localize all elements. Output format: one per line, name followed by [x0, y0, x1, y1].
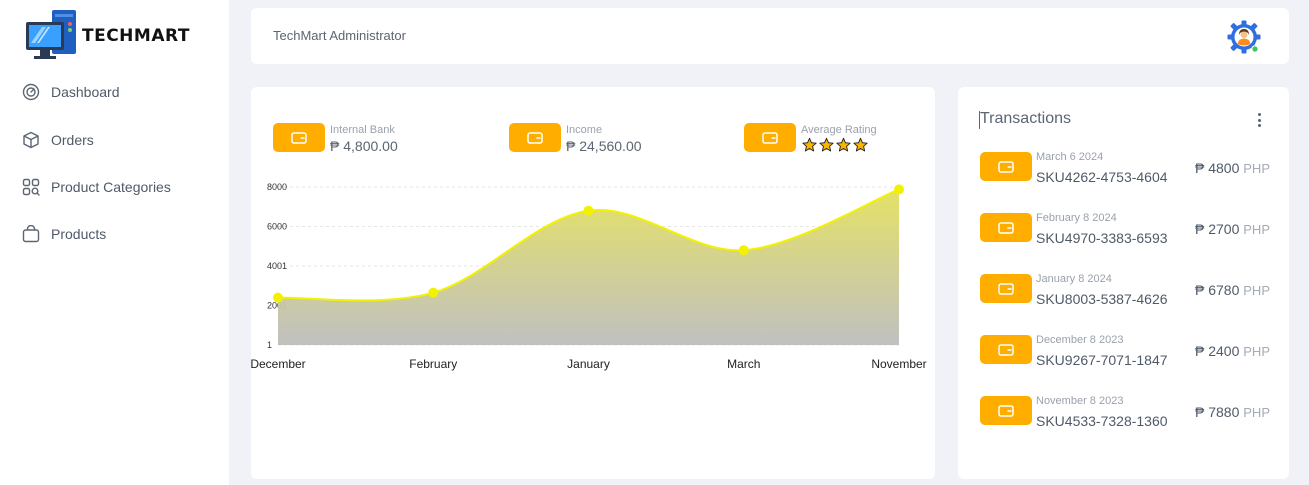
data-point[interactable]: [894, 184, 904, 195]
x-tick-label: January: [567, 357, 610, 371]
star-icon: [836, 137, 851, 152]
sidebar-item-orders[interactable]: Orders: [22, 128, 94, 152]
stat-internal-bank: Internal Bank ₱ 4,800.00: [273, 123, 398, 154]
transaction-sku: SKU4970-3383-6593: [1036, 230, 1168, 246]
dashboard-gauge-icon: [22, 83, 40, 101]
amount-value: ₱ 7880: [1195, 404, 1240, 420]
stat-average-rating: Average Rating: [744, 123, 877, 153]
header-title: TechMart Administrator: [273, 28, 406, 43]
top-header: TechMart Administrator: [251, 8, 1289, 64]
transaction-row[interactable]: January 8 2024 SKU8003-5387-4626 ₱ 6780 PH…: [980, 273, 1270, 313]
transaction-amount: ₱ 2400 PHP: [1195, 343, 1270, 359]
transaction-sku: SKU4533-7328-1360: [1036, 413, 1168, 429]
data-point[interactable]: [583, 205, 594, 216]
transaction-amount: ₱ 6780 PHP: [1195, 282, 1270, 298]
wallet-icon: [980, 213, 1032, 242]
star-icon: [853, 137, 868, 152]
currency-label: PHP: [1243, 161, 1270, 176]
stat-income: Income ₱ 24,560.00: [509, 123, 642, 154]
sidebar-item-product-categories[interactable]: Product Categories: [22, 175, 171, 199]
transaction-row[interactable]: February 8 2024 SKU4970-3383-6593 ₱ 2700 P…: [980, 212, 1270, 252]
y-tick-label: 8000: [267, 182, 287, 192]
sidebar-item-products[interactable]: Products: [22, 222, 106, 246]
currency-label: PHP: [1243, 344, 1270, 359]
wallet-icon: [980, 152, 1032, 181]
sidebar: TECHMART Dashboard Orders Product Catego…: [0, 0, 229, 485]
sidebar-item-label: Products: [51, 226, 107, 242]
wallet-icon: [980, 335, 1032, 364]
transaction-date: February 8 2024: [1036, 212, 1117, 224]
data-point[interactable]: [273, 292, 283, 303]
transaction-row[interactable]: December 8 2023 SKU9267-7071-1847 ₱ 2400 P…: [980, 334, 1270, 374]
currency-label: PHP: [1243, 405, 1270, 420]
more-options-icon[interactable]: [1258, 113, 1262, 127]
transaction-sku: SKU8003-5387-4626: [1036, 291, 1168, 307]
stat-label: Internal Bank: [330, 124, 395, 136]
user-gear-avatar-icon[interactable]: [1226, 19, 1262, 55]
overview-card: Internal Bank ₱ 4,800.00 Income ₱ 24,560…: [251, 87, 935, 479]
transaction-date: January 8 2024: [1036, 273, 1112, 285]
transaction-date: March 6 2024: [1036, 151, 1104, 163]
computer-logo-icon: [24, 10, 80, 62]
box-icon: [22, 131, 40, 149]
x-tick-label: December: [251, 357, 306, 371]
amount-value: ₱ 2700: [1195, 221, 1240, 237]
sidebar-item-label: Product Categories: [51, 179, 171, 195]
x-tick-label: March: [727, 357, 760, 371]
star-icon: [802, 137, 817, 152]
y-tick-label: 1: [267, 340, 272, 350]
x-tick-label: November: [871, 357, 926, 371]
transaction-sku: SKU9267-7071-1847: [1036, 352, 1168, 368]
income-area-chart: 12001400160008000December February January…: [251, 182, 927, 371]
stat-value: ₱ 24,560.00: [566, 138, 642, 154]
transaction-date: November 8 2023: [1036, 395, 1124, 407]
data-point[interactable]: [738, 245, 749, 256]
wallet-icon: [273, 123, 325, 152]
stat-value: ₱ 4,800.00: [330, 138, 398, 154]
transactions-title: Transactions: [979, 110, 1071, 129]
amount-value: ₱ 2400: [1195, 343, 1240, 359]
sidebar-item-label: Orders: [51, 132, 94, 148]
shopping-bag-icon: [22, 225, 40, 243]
sidebar-item-label: Dashboard: [51, 84, 120, 100]
y-tick-label: 4001: [267, 261, 287, 271]
wallet-icon: [744, 123, 796, 152]
transaction-amount: ₱ 2700 PHP: [1195, 221, 1270, 237]
amount-value: ₱ 6780: [1195, 282, 1240, 298]
star-icon: [819, 137, 834, 152]
rating-stars: [801, 137, 877, 153]
transaction-row[interactable]: March 6 2024 SKU4262-4753-4604 ₱ 4800 PHP: [980, 151, 1270, 191]
wallet-icon: [509, 123, 561, 152]
transaction-amount: ₱ 7880 PHP: [1195, 404, 1270, 420]
brand-logo[interactable]: TECHMART: [24, 10, 190, 62]
currency-label: PHP: [1243, 222, 1270, 237]
brand-name: TECHMART: [82, 26, 190, 46]
stat-label: Average Rating: [801, 124, 877, 136]
y-tick-label: 6000: [267, 222, 287, 232]
wallet-icon: [980, 396, 1032, 425]
transaction-sku: SKU4262-4753-4604: [1036, 169, 1168, 185]
stat-label: Income: [566, 124, 603, 136]
transactions-card: Transactions March 6 2024 SKU4262-4753-46…: [958, 87, 1289, 479]
sidebar-item-dashboard[interactable]: Dashboard: [22, 80, 120, 104]
wallet-icon: [980, 274, 1032, 303]
transaction-amount: ₱ 4800 PHP: [1195, 160, 1270, 176]
x-tick-label: February: [409, 357, 457, 371]
currency-label: PHP: [1243, 283, 1270, 298]
categories-grid-search-icon: [22, 178, 40, 196]
data-point[interactable]: [428, 287, 439, 298]
transaction-date: December 8 2023: [1036, 334, 1124, 346]
amount-value: ₱ 4800: [1195, 160, 1240, 176]
transaction-row[interactable]: November 8 2023 SKU4533-7328-1360 ₱ 7880 P…: [980, 395, 1270, 435]
